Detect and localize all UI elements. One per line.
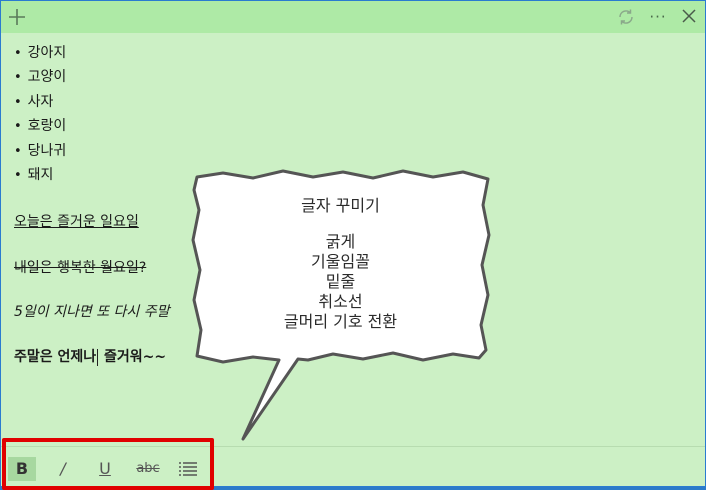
title-bar: ··· xyxy=(1,1,705,33)
callout-item: 밑줄 xyxy=(325,272,356,291)
list-item: • 호랑이 xyxy=(14,118,67,135)
bold-button[interactable]: B xyxy=(8,457,36,481)
close-icon[interactable] xyxy=(677,5,701,29)
list-item: • 강아지 xyxy=(14,45,67,61)
bold-text: 주말은 언제나 즐거워~~ xyxy=(14,348,167,366)
underline-button[interactable]: U xyxy=(91,457,119,481)
sync-icon[interactable] xyxy=(614,5,638,29)
callout-item: 글머리 기호 전환 xyxy=(283,312,398,331)
italic-button[interactable]: / xyxy=(49,457,77,481)
strikethrough-button[interactable]: abc xyxy=(133,457,163,481)
list-item: • 고양이 xyxy=(14,69,67,86)
underlined-text: 오늘은 즐거운 일요일 xyxy=(14,214,139,230)
list-item: • 당나귀 xyxy=(14,142,67,159)
callout-item: 굵게 xyxy=(325,232,356,251)
callout-item: 취소선 xyxy=(318,292,363,311)
list-item: • 사자 xyxy=(14,93,54,110)
callout-title: 글자 꾸미기 xyxy=(301,196,380,215)
plus-icon[interactable] xyxy=(5,5,29,29)
italic-text: 5일이 지나면 또 다시 주말 xyxy=(14,304,170,320)
callout-item: 기울임꼴 xyxy=(311,252,370,271)
more-options-button[interactable]: ··· xyxy=(646,5,670,29)
text-caret xyxy=(97,348,99,366)
callout-bubble: 글자 꾸미기 굵게 기울임꼴 밑줄 취소선 글머리 기호 전환 xyxy=(183,165,498,447)
formatting-toolbar: B / U abc xyxy=(1,446,705,486)
list-icon[interactable] xyxy=(174,457,202,481)
callout-text: 글자 꾸미기 굵게 기울임꼴 밑줄 취소선 글머리 기호 전환 xyxy=(183,196,498,332)
strikethrough-text: 내일은 행복한 월요일? xyxy=(14,260,147,276)
